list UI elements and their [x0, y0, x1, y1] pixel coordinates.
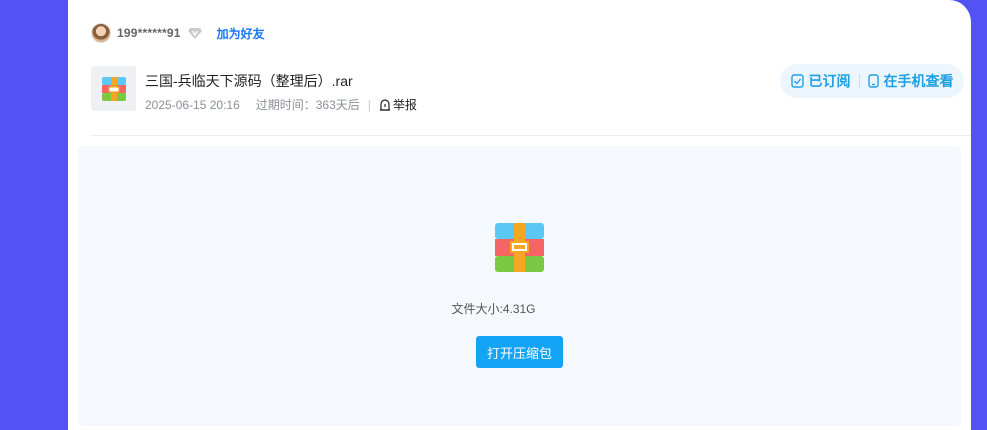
- report-label: 举报: [392, 98, 417, 112]
- view-on-phone-label: 在手机查看: [883, 73, 954, 89]
- archive-icon: [101, 76, 126, 101]
- header-divider: [91, 135, 971, 136]
- subscribed-label: 已订阅: [808, 73, 851, 89]
- pill-divider: [858, 74, 860, 88]
- upload-date: 2025-06-15 20:16: [145, 97, 240, 112]
- open-archive-button[interactable]: 打开压缩包: [476, 336, 563, 368]
- file-title: 三国-兵临天下源码（整理后）.rar: [145, 73, 353, 89]
- file-meta: 2025-06-15 20:16 过期时间：363天后 | 举报: [145, 96, 417, 113]
- archive-icon: [495, 223, 544, 272]
- expire-time: 过期时间：363天后: [255, 98, 360, 112]
- file-thumbnail: [91, 66, 136, 111]
- vip-diamond-icon: [187, 25, 203, 41]
- add-friend-link[interactable]: 加为好友: [217, 25, 265, 42]
- meta-divider: |: [367, 97, 371, 112]
- report-link[interactable]: 举报: [379, 96, 417, 113]
- phone-icon: [867, 74, 879, 88]
- action-pill: 已订阅 在手机查看: [780, 64, 964, 98]
- report-icon: [379, 98, 390, 111]
- uploader-name[interactable]: 199******91: [117, 26, 181, 40]
- subscribed-icon: [790, 74, 804, 88]
- view-on-phone-button[interactable]: 在手机查看: [867, 71, 954, 91]
- avatar[interactable]: [91, 23, 111, 43]
- subscribed-button[interactable]: 已订阅: [790, 71, 851, 91]
- preview-panel: [78, 146, 961, 426]
- file-size: 文件大小:4.31G: [451, 302, 536, 316]
- uploader-row: 199******91 加为好友: [91, 22, 265, 44]
